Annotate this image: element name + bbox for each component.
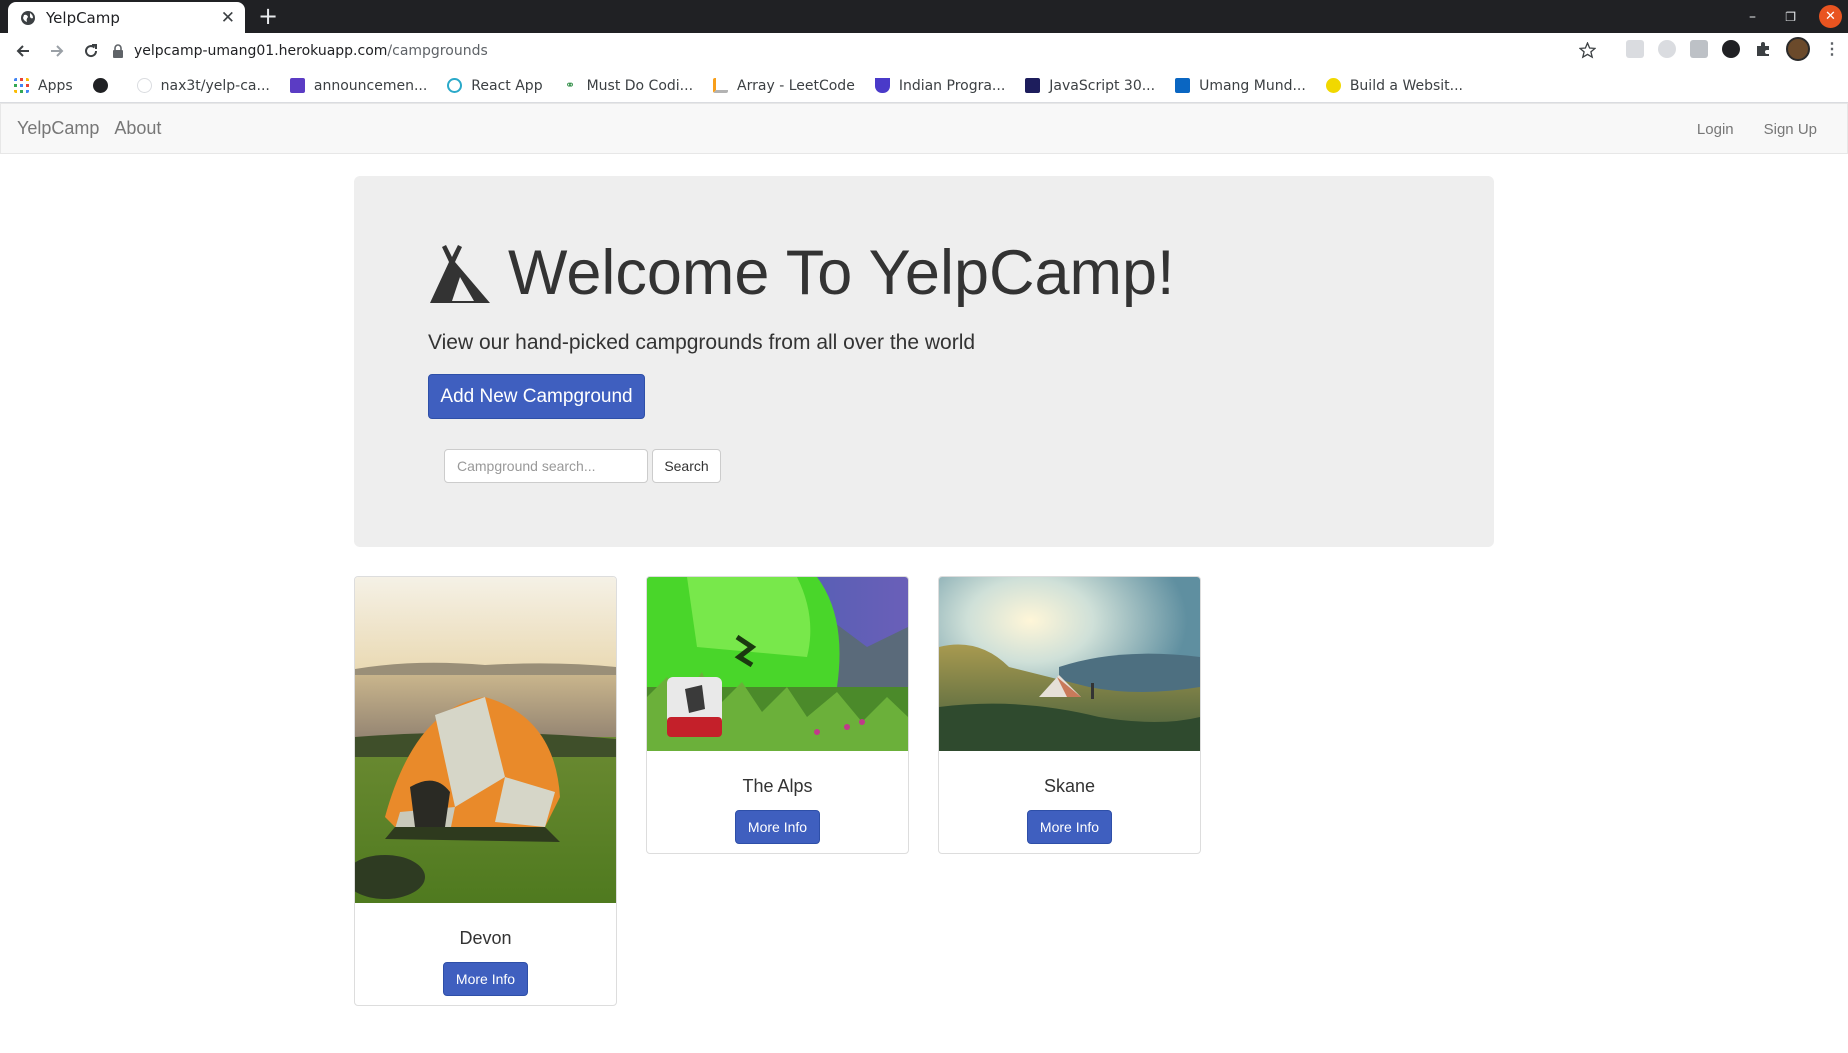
campground-card-skane: Skane More Info	[938, 576, 1201, 854]
bookmark-must-do-coding[interactable]: ⚭ Must Do Codi...	[563, 78, 693, 94]
back-arrow-icon	[16, 45, 29, 57]
browser-tab-strip: YelpCamp ✕ + – ❐ ✕	[0, 0, 1848, 33]
trophy-icon	[874, 78, 890, 93]
bookmark-leetcode[interactable]: Array - LeetCode	[713, 78, 855, 94]
bookmark-globe[interactable]	[92, 78, 117, 93]
address-bar[interactable]: yelpcamp-umang01.herokuapp.com/campgroun…	[112, 36, 1558, 66]
browser-menu-icon[interactable]: ⋮	[1824, 39, 1840, 59]
url-host: yelpcamp-umang01.herokuapp.com	[134, 43, 388, 59]
react-icon	[447, 78, 463, 93]
page-title-row: Welcome To YelpCamp!	[428, 242, 1175, 305]
url-path: /campgrounds	[387, 43, 488, 59]
navbar-brand[interactable]: YelpCamp	[17, 118, 99, 139]
site-navbar: YelpCamp About Login Sign Up	[0, 103, 1848, 154]
puzzle-extensions-icon[interactable]	[1754, 40, 1772, 58]
bookmark-github[interactable]: nax3t/yelp-ca...	[136, 77, 270, 94]
window-minimize-button[interactable]: –	[1749, 0, 1756, 33]
more-info-button-skane[interactable]: More Info	[1027, 810, 1112, 844]
campground-name: Devon	[459, 928, 512, 948]
devon-photo	[355, 577, 616, 903]
add-campground-button[interactable]: Add New Campground	[428, 374, 645, 419]
bookmark-indian-programmer[interactable]: Indian Progra...	[874, 77, 1006, 94]
jumbotron: Welcome To YelpCamp! View our hand-picke…	[354, 176, 1494, 547]
extensions-area: ⋮	[1626, 37, 1840, 61]
lock-icon	[113, 44, 123, 58]
window-restore-button[interactable]: ❐	[1785, 0, 1796, 33]
skane-photo	[939, 577, 1200, 751]
bookmark-label: Apps	[38, 77, 73, 94]
tab-close-icon[interactable]: ✕	[221, 8, 235, 28]
camera-extension-icon[interactable]	[1690, 40, 1708, 58]
bookmark-label: Indian Progra...	[898, 77, 1006, 94]
github-icon	[136, 78, 152, 93]
campground-image-the-alps	[647, 577, 908, 756]
extension-icon[interactable]	[1658, 40, 1676, 58]
tent-icon	[430, 244, 490, 303]
campground-image-skane	[939, 577, 1200, 756]
announcement-site-icon	[289, 78, 305, 93]
extension-icon[interactable]	[1626, 40, 1644, 58]
bookmark-react-app[interactable]: React App	[447, 77, 543, 94]
tab-title: YelpCamp	[46, 8, 120, 27]
window-close-button[interactable]: ✕	[1819, 5, 1842, 28]
bookmark-label: announcemen...	[313, 77, 428, 94]
nav-about-link[interactable]: About	[114, 118, 161, 139]
globe-icon	[92, 78, 108, 93]
new-tab-button[interactable]: +	[258, 4, 278, 28]
bookmark-label: Must Do Codi...	[586, 77, 694, 94]
page-subtitle: View our hand-picked campgrounds from al…	[428, 331, 976, 354]
campground-card-the-alps: The Alps More Info	[646, 576, 909, 854]
linkedin-icon	[1175, 78, 1191, 93]
bookmark-label: Umang Mund...	[1199, 77, 1306, 94]
search-button[interactable]: Search	[652, 449, 721, 483]
forward-button[interactable]	[42, 36, 72, 66]
js30-icon	[1025, 78, 1041, 93]
bookmark-linkedin[interactable]: Umang Mund...	[1175, 78, 1306, 94]
bookmark-label: React App	[471, 77, 543, 94]
leetcode-icon	[713, 78, 729, 93]
bookmark-label: Build a Websit...	[1349, 77, 1463, 94]
forward-arrow-icon	[51, 45, 64, 57]
globe-icon	[21, 10, 35, 25]
navbar-auth-links: Login Sign Up	[1697, 104, 1817, 155]
campground-card-devon: Devon More Info	[354, 576, 617, 1006]
campground-search-input[interactable]	[444, 449, 648, 483]
profile-avatar[interactable]	[1786, 37, 1810, 61]
bookmark-apps[interactable]: Apps	[14, 78, 73, 94]
bookmark-label: Array - LeetCode	[737, 77, 855, 94]
gfg-icon: ⚭	[565, 78, 576, 92]
campground-name: Skane	[1043, 776, 1096, 796]
campground-name: The Alps	[742, 776, 813, 796]
campground-image-devon	[355, 577, 616, 908]
page-title: Welcome To YelpCamp!	[508, 238, 1175, 308]
bookmark-label: JavaScript 30...	[1049, 77, 1156, 94]
more-info-button-devon[interactable]: More Info	[443, 962, 528, 996]
more-info-button-the-alps[interactable]: More Info	[735, 810, 820, 844]
bookmarks-bar: Apps nax3t/yelp-ca... announcemen... Rea…	[0, 69, 1848, 103]
browser-toolbar: yelpcamp-umang01.herokuapp.com/campgroun…	[0, 33, 1848, 69]
nav-login-link[interactable]: Login	[1697, 121, 1734, 138]
bookmark-star-icon[interactable]	[1579, 42, 1596, 59]
reload-button[interactable]	[76, 36, 106, 66]
bookmark-javascript30[interactable]: JavaScript 30...	[1025, 78, 1155, 94]
extension-icon[interactable]	[1722, 40, 1740, 58]
apps-grid-icon	[14, 78, 29, 93]
reload-icon	[85, 44, 98, 58]
search-form: Search	[444, 449, 721, 483]
browser-tab[interactable]: YelpCamp ✕	[8, 2, 245, 33]
bookmark-build-website[interactable]: Build a Websit...	[1325, 77, 1463, 94]
back-button[interactable]	[8, 36, 38, 66]
bookmark-announcements[interactable]: announcemen...	[289, 77, 428, 94]
the-alps-photo	[647, 577, 908, 751]
site-icon	[1325, 78, 1341, 93]
bookmark-label: nax3t/yelp-ca...	[160, 77, 270, 94]
nav-signup-link[interactable]: Sign Up	[1764, 121, 1817, 138]
url-text: yelpcamp-umang01.herokuapp.com/campgroun…	[134, 43, 488, 59]
